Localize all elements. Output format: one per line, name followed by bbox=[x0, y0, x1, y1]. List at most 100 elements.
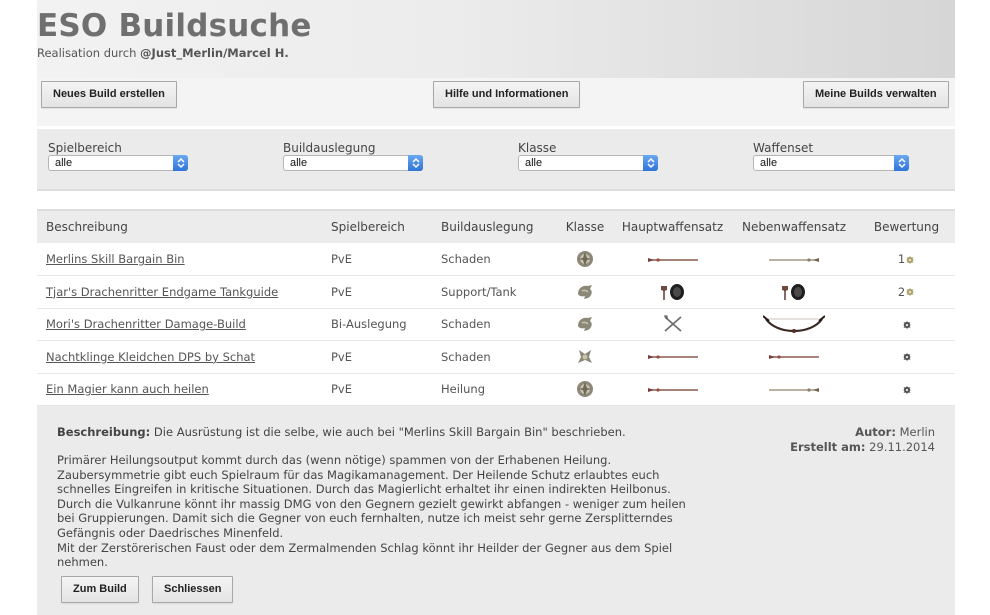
sword-shield-icon bbox=[779, 282, 809, 302]
new-build-button[interactable]: Neues Build erstellen bbox=[41, 81, 177, 108]
detail-body: Primärer Heilungsoutput kommt durch das … bbox=[57, 453, 717, 570]
filter-buildauslegung: Buildauslegung alle bbox=[283, 141, 425, 171]
area-cell: PvE bbox=[331, 284, 353, 299]
filter-waffenset: Waffenset alle bbox=[753, 141, 909, 171]
nightblade-icon bbox=[575, 347, 595, 367]
col-header-hauptwaffensatz[interactable]: Hauptwaffensatz bbox=[615, 209, 730, 243]
build-link[interactable]: Merlins Skill Bargain Bin bbox=[46, 252, 185, 266]
role-cell: Schaden bbox=[441, 349, 491, 364]
filter-spielbereich: Spielbereich alle bbox=[48, 141, 190, 171]
role-cell: Schaden bbox=[441, 317, 491, 332]
gear-star-icon bbox=[902, 352, 912, 362]
my-builds-button[interactable]: Meine Builds verwalten bbox=[803, 81, 949, 108]
page-title: ESO Buildsuche bbox=[37, 8, 312, 44]
role-cell: Heilung bbox=[441, 382, 485, 397]
description-label: Beschreibung: bbox=[57, 425, 151, 439]
table-row[interactable]: Tjar's Drachenritter Endgame Tankguide P… bbox=[37, 276, 955, 308]
spielbereich-select[interactable]: alle bbox=[48, 155, 188, 171]
gear-star-icon bbox=[902, 385, 912, 395]
close-button[interactable]: Schliessen bbox=[152, 576, 234, 603]
select-arrows-icon bbox=[894, 155, 909, 171]
rating-value: 1 bbox=[897, 252, 906, 266]
select-value: alle bbox=[55, 157, 73, 169]
select-arrows-icon bbox=[173, 155, 188, 171]
col-header-beschreibung[interactable]: Beschreibung bbox=[37, 209, 322, 243]
select-arrows-icon bbox=[408, 155, 423, 171]
select-value: alle bbox=[290, 157, 308, 169]
builds-table: Beschreibung Spielbereich Buildauslegung… bbox=[37, 209, 955, 406]
col-header-nebenwaffensatz[interactable]: Nebenwaffensatz bbox=[730, 209, 858, 243]
table-header-row: Beschreibung Spielbereich Buildauslegung… bbox=[37, 209, 955, 243]
staff-icon bbox=[646, 386, 700, 394]
select-value: alle bbox=[760, 157, 778, 169]
sorcerer-icon bbox=[575, 249, 595, 269]
col-header-bewertung[interactable]: Bewertung bbox=[858, 209, 955, 243]
sword-shield-icon bbox=[658, 282, 688, 302]
build-link[interactable]: Nachtklinge Kleidchen DPS by Schat bbox=[46, 350, 255, 364]
area-cell: PvE bbox=[331, 382, 353, 397]
body-line: Zaubersymmetrie gibt euch Spielraum für … bbox=[57, 467, 660, 482]
col-header-spielbereich[interactable]: Spielbereich bbox=[322, 209, 432, 243]
table-row[interactable]: Mori's Drachenritter Damage-Build Bi-Aus… bbox=[37, 308, 955, 341]
area-cell: PvE bbox=[331, 252, 353, 266]
filter-klasse: Klasse alle bbox=[518, 141, 660, 171]
build-link[interactable]: Tjar's Drachenritter Endgame Tankguide bbox=[46, 285, 278, 299]
body-line: Mit der Zerstörerischen Faust oder dem Z… bbox=[57, 540, 673, 555]
filter-label: Buildauslegung bbox=[283, 141, 376, 155]
subtitle-prefix: Realisation durch bbox=[37, 46, 141, 60]
created-label: Erstellt am: bbox=[790, 440, 866, 454]
author-label: Autor: bbox=[855, 425, 896, 439]
help-button[interactable]: Hilfe und Informationen bbox=[433, 81, 581, 108]
select-value: alle bbox=[525, 157, 543, 169]
toolbar: Neues Build erstellen Hilfe und Informat… bbox=[37, 78, 955, 126]
body-line: Durch die Vulkanrune könnt ihr massig DM… bbox=[57, 496, 686, 511]
header: ESO Buildsuche Realisation durch @Just_M… bbox=[37, 0, 955, 78]
table-row[interactable]: Ein Magier kann auch heilen PvE Heilung bbox=[37, 373, 955, 406]
col-header-klasse[interactable]: Klasse bbox=[555, 209, 615, 243]
subtitle-author: @Just_Merlin/Marcel H. bbox=[140, 46, 289, 60]
to-build-button[interactable]: Zum Build bbox=[61, 576, 139, 603]
body-line: Gefängnis oder Daedrisches Minenfeld. bbox=[57, 525, 284, 540]
staff-icon bbox=[767, 353, 821, 361]
staff-icon bbox=[646, 353, 700, 361]
filter-label: Klasse bbox=[518, 141, 557, 155]
gear-star-icon bbox=[905, 287, 915, 297]
waffenset-select[interactable]: alle bbox=[753, 155, 909, 171]
gear-star-icon bbox=[905, 255, 915, 265]
build-detail-panel: Beschreibung: Die Ausrüstung ist die sel… bbox=[37, 406, 955, 615]
rating-value: 2 bbox=[897, 284, 906, 299]
body-line: Primärer Heilungsoutput kommt durch das … bbox=[57, 453, 612, 467]
staff-icon bbox=[767, 386, 821, 394]
page: ESO Buildsuche Realisation durch @Just_M… bbox=[37, 0, 955, 615]
staff-icon bbox=[646, 256, 700, 264]
filter-bar: Spielbereich alle Buildauslegung alle Kl… bbox=[37, 129, 955, 191]
table-row[interactable]: Nachtklinge Kleidchen DPS by Schat PvE S… bbox=[37, 341, 955, 373]
area-cell: Bi-Auslegung bbox=[331, 317, 407, 332]
klasse-select[interactable]: alle bbox=[518, 155, 658, 171]
author-value: Merlin bbox=[895, 425, 935, 439]
filter-label: Spielbereich bbox=[48, 141, 122, 155]
dual-wield-icon bbox=[662, 315, 684, 333]
select-arrows-icon bbox=[643, 155, 658, 171]
build-link[interactable]: Ein Magier kann auch heilen bbox=[46, 382, 209, 396]
role-cell: Schaden bbox=[441, 252, 491, 266]
created-value: 29.11.2014 bbox=[865, 440, 935, 454]
filter-label: Waffenset bbox=[753, 141, 814, 155]
col-header-buildauslegung[interactable]: Buildauslegung bbox=[432, 209, 555, 243]
role-cell: Support/Tank bbox=[441, 284, 517, 299]
body-line: bei Gruppierungen. Damit sich die Gegner… bbox=[57, 511, 673, 526]
page-subtitle: Realisation durch @Just_Merlin/Marcel H. bbox=[37, 46, 289, 60]
detail-description: Beschreibung: Die Ausrüstung ist die sel… bbox=[57, 425, 626, 439]
body-line: schnelles Eingreifen in kritische Situat… bbox=[57, 482, 671, 497]
dragonknight-icon bbox=[575, 282, 595, 302]
buildauslegung-select[interactable]: alle bbox=[283, 155, 423, 171]
table-row[interactable]: Merlins Skill Bargain Bin PvE Schaden 1 bbox=[37, 243, 955, 276]
dragonknight-icon bbox=[575, 314, 595, 334]
gear-star-icon bbox=[902, 320, 912, 330]
description-text: Die Ausrüstung ist die selbe, wie auch b… bbox=[150, 425, 626, 439]
build-link[interactable]: Mori's Drachenritter Damage-Build bbox=[46, 317, 246, 331]
staff-icon bbox=[767, 256, 821, 264]
detail-meta: Autor: Merlin Erstellt am: 29.11.2014 bbox=[790, 425, 935, 455]
area-cell: PvE bbox=[331, 349, 353, 364]
bow-icon bbox=[763, 313, 825, 335]
